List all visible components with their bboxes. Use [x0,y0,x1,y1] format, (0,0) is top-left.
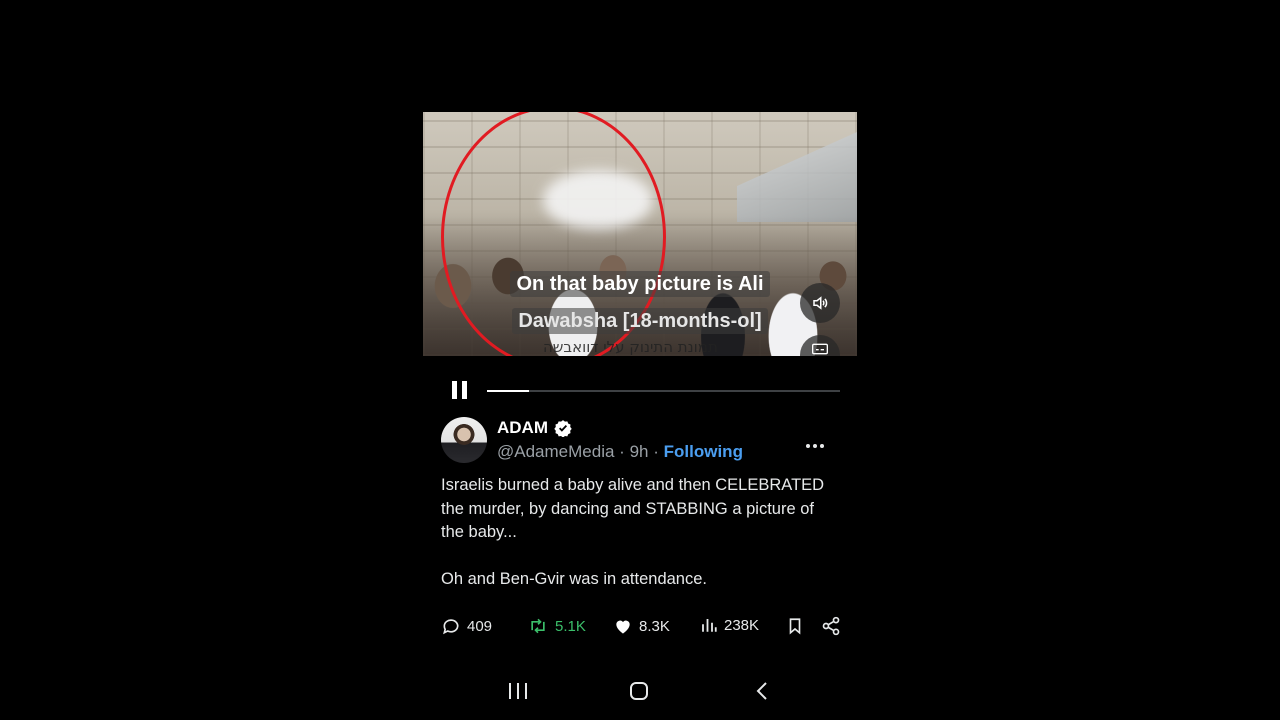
caption-text-1: On that baby picture is Ali [510,271,770,297]
verified-badge-icon [554,419,572,437]
like-count: 8.3K [639,617,670,635]
tweet-text: Israelis burned a baby alive and then CE… [441,474,841,591]
video-caption-line2: Dawabsha [18-months-ol] [423,308,857,334]
more-icon [806,444,824,448]
retweet-count: 5.1K [555,617,586,635]
video-progress-fill [487,390,530,392]
meta-separator-2: · [653,442,659,461]
pause-button[interactable] [452,381,472,401]
speaker-icon [813,296,828,310]
avatar[interactable] [441,417,487,463]
video-player[interactable]: תמונת התינוק עלי דוואבשה On that baby pi… [423,112,857,356]
views-button[interactable]: 238K [700,616,759,634]
bookmark-button[interactable] [786,616,804,636]
retweet-icon [531,618,545,634]
back-button[interactable] [752,678,774,704]
author-handle[interactable]: @AdameMedia [497,442,614,461]
tweet-time[interactable]: 9h [630,442,649,461]
back-icon [756,682,767,700]
author-name-row[interactable]: ADAM [497,418,572,438]
bookmark-icon [789,618,801,635]
views-count: 238K [724,616,760,634]
reply-button[interactable]: 409 [441,616,492,636]
volume-button[interactable] [800,283,840,323]
author-meta-row: @AdameMedia · 9h · Following [497,442,743,462]
views-icon [702,619,717,632]
caption-text-2: Dawabsha [18-months-ol] [512,308,768,334]
home-button[interactable] [628,678,650,704]
share-button[interactable] [821,616,841,636]
recent-apps-button[interactable] [507,678,529,704]
author-name[interactable]: ADAM [497,418,548,438]
home-icon [630,682,648,700]
reply-icon [443,619,459,635]
heart-icon [616,620,630,634]
tweet-paragraph-1: Israelis burned a baby alive and then CE… [441,476,825,541]
captions-icon [812,343,828,355]
following-button[interactable]: Following [664,442,743,461]
share-icon [822,616,840,636]
pause-icon-bar-left [452,381,457,399]
more-options-button[interactable] [805,432,825,455]
video-progress-bar[interactable] [487,390,840,392]
action-bar: 409 5.1K 8.3K 238K [441,616,841,640]
meta-separator: · [619,442,625,461]
pause-icon-bar-right [462,381,467,399]
video-overlay-hebrew: תמונת התינוק עלי דוואבשה [543,338,718,356]
tweet-paragraph-2: Oh and Ben-Gvir was in attendance. [441,569,707,588]
recents-icon [509,683,527,699]
retweet-button[interactable]: 5.1K [527,616,586,636]
like-button[interactable]: 8.3K [613,616,670,636]
reply-count: 409 [467,617,493,635]
video-caption-line1: On that baby picture is Ali [423,271,857,297]
